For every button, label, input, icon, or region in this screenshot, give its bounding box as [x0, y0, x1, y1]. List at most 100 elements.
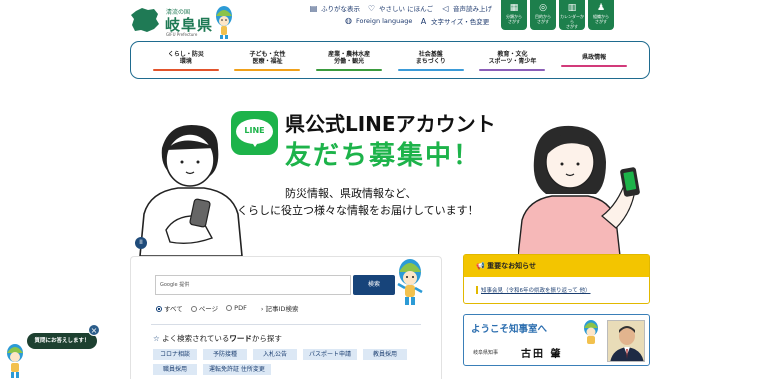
- search-tiles: ▦ 分類から さがす ◎ 目的から さがす ▥ カレンダーから さがす ♟ 組織…: [501, 0, 614, 30]
- nav-item-underline: [316, 68, 383, 71]
- mascot-minapo-icon: [216, 6, 232, 39]
- tile-label: さがす: [595, 19, 607, 24]
- read-aloud-label: 音声読み上げ: [453, 5, 492, 13]
- furigana-icon: ▤: [309, 3, 318, 13]
- nav-item-underline: [234, 68, 301, 71]
- popular-words-heading-bold: ワード: [229, 334, 252, 343]
- article-id-search-label: 記事ID検索: [265, 305, 299, 313]
- nav-item-infrastructure[interactable]: 社会基盤 まちづくり: [397, 50, 464, 71]
- search-input[interactable]: Google 提供: [155, 275, 351, 295]
- nav-item-life[interactable]: くらし・防災 環境: [152, 50, 219, 71]
- category-search-tile[interactable]: ▦ 分類から さがす: [501, 0, 527, 30]
- text-size-label: 文字サイズ・色変更: [431, 18, 490, 26]
- nav-item-label: スポーツ・青少年: [488, 57, 537, 65]
- popular-word-tag[interactable]: 入札公告: [253, 349, 297, 360]
- logo-english: GIFU Prefecture: [166, 32, 198, 37]
- foreign-language-label: Foreign language: [356, 16, 413, 25]
- popular-words-list: コロナ相談 予防接種 入札公告 パスポート申請 教員採用 職員採用 運転免許証 …: [153, 349, 423, 375]
- read-aloud-link[interactable]: ◁ 音声読み上げ: [441, 3, 492, 14]
- nav-item-children[interactable]: 子ども・女性 医療・福祉: [234, 50, 301, 71]
- carousel-pause-button[interactable]: II: [135, 237, 147, 249]
- woman-with-phone-illustration: [518, 125, 640, 256]
- text-size-link[interactable]: A 文字サイズ・色変更: [419, 16, 490, 27]
- nav-item-underline: [397, 68, 464, 71]
- line-logo-text: LINE: [244, 126, 265, 135]
- popular-word-tag[interactable]: パスポート申請: [303, 349, 358, 360]
- popular-word-tag[interactable]: 教員採用: [363, 349, 408, 360]
- organization-icon: ♟: [596, 3, 606, 13]
- search-button[interactable]: 検索: [353, 275, 395, 295]
- purpose-search-tile[interactable]: ◎ 目的から さがす: [530, 0, 556, 30]
- notice-link[interactable]: 知事会見（令和6年の県政を振り返って 他）: [476, 286, 590, 294]
- nav-item-label: 教育・文化: [497, 50, 528, 58]
- mascot-minapo-icon: [584, 320, 598, 344]
- nav-item-education[interactable]: 教育・文化 スポーツ・青少年: [479, 50, 546, 71]
- nav-item-government[interactable]: 県政情報: [561, 54, 628, 67]
- nav-item-label: 県政情報: [582, 54, 607, 61]
- notice-header: 📢 重要なお知らせ: [464, 255, 649, 277]
- popular-word-tag[interactable]: コロナ相談: [153, 349, 197, 360]
- nav-item-label: 労働・観光: [334, 57, 365, 65]
- chatbot-button[interactable]: 質問にお答えします！: [27, 333, 97, 349]
- mascot-minapo-icon: [397, 259, 423, 305]
- nav-item-label: 産業・農林水産: [328, 50, 371, 58]
- hero-banner[interactable]: LINE 県公式LINEアカウント 友だち募集中！ 防災情報、県政情報など、 く…: [130, 98, 650, 256]
- radio-indicator: [226, 305, 233, 311]
- governor-banner[interactable]: ようこそ知事室へ 岐阜県知事 古田 肇: [463, 314, 650, 366]
- nav-item-label: 子ども・女性: [249, 50, 286, 58]
- radio-label: PDF: [234, 304, 247, 312]
- radio-indicator: [190, 306, 197, 312]
- star-icon: ☆: [153, 334, 163, 343]
- important-notice-panel: 📢 重要なお知らせ 知事会見（令和6年の県政を振り返って 他）: [463, 254, 650, 304]
- line-app-icon: LINE: [231, 111, 278, 155]
- nav-item-label: くらし・防災: [167, 50, 204, 58]
- radio-page[interactable]: ページ: [190, 303, 218, 313]
- hero-subtext-1: 防災情報、県政情報など、: [285, 187, 417, 200]
- nav-item-industry[interactable]: 産業・農林水産 労働・観光: [316, 50, 383, 71]
- hero-subtext-2: くらしに役立つ様々な情報をお届けしています！: [237, 204, 479, 217]
- hero-title: 県公式LINEアカウント: [285, 112, 496, 136]
- easy-japanese-link[interactable]: ♡ やさしい にほんご: [367, 3, 434, 14]
- easy-japanese-label: やさしい にほんご: [379, 5, 434, 13]
- radio-all[interactable]: すべて: [156, 303, 183, 313]
- governor-banner-title: ようこそ知事室へ: [471, 324, 548, 335]
- nav-item-underline: [561, 65, 628, 67]
- nav-item-label: 社会基盤: [418, 50, 443, 58]
- globe-icon: ◍: [345, 16, 352, 25]
- category-icon: ▦: [509, 3, 519, 13]
- organization-search-tile[interactable]: ♟ 組織から さがす: [588, 0, 614, 30]
- tile-label: さがす: [508, 19, 520, 24]
- global-nav: くらし・防災 環境 子ども・女性 医療・福祉 産業・農林水産 労働・観光 社会基…: [130, 41, 650, 79]
- nav-item-underline: [152, 68, 219, 71]
- divider: [151, 324, 421, 325]
- governor-title-label: 岐阜県知事: [473, 350, 499, 356]
- search-scope-radios: すべて ページ PDF › 記事ID検索: [156, 303, 298, 313]
- tile-label: カレンダーから: [560, 14, 584, 24]
- popular-word-tag[interactable]: 予防接種: [203, 349, 247, 360]
- furigana-label: ふりがな表示: [321, 5, 360, 13]
- nav-item-label: 環境: [179, 57, 192, 65]
- notice-title: 重要なお知らせ: [487, 262, 537, 270]
- text-size-icon: A: [420, 16, 427, 26]
- furigana-link[interactable]: ▤ ふりがな表示: [309, 3, 360, 14]
- gifu-map-icon: [131, 8, 159, 32]
- article-id-search-link[interactable]: › 記事ID検索: [261, 303, 299, 313]
- nav-item-label: 医療・福祉: [252, 57, 283, 65]
- calendar-search-tile[interactable]: ▥ カレンダーから さがす: [559, 0, 585, 30]
- mascot-minapo-icon: [7, 344, 23, 378]
- chatbot-close-button[interactable]: ×: [88, 324, 100, 336]
- speaker-icon: ◁: [442, 3, 449, 13]
- site-header: 清流の国 岐阜県 GIFU Prefecture ▤ ふりがな表示 ♡ やさしい…: [0, 0, 780, 40]
- hero-headline: 友だち募集中！: [285, 141, 482, 171]
- foreign-language-link[interactable]: ◍ Foreign language: [344, 16, 412, 25]
- radio-label: すべて: [164, 305, 183, 313]
- popular-words-heading: ☆ よく検索されているワードから探す: [153, 333, 282, 344]
- nav-item-label: まちづくり: [415, 57, 446, 65]
- radio-pdf[interactable]: PDF: [226, 304, 247, 312]
- tile-label: さがす: [537, 19, 549, 24]
- megaphone-icon: 📢: [476, 262, 488, 270]
- popular-word-tag[interactable]: 職員採用: [153, 364, 197, 375]
- popular-word-tag[interactable]: 運転免許証 住所変更: [203, 364, 271, 375]
- calendar-icon: ▥: [567, 3, 577, 13]
- governor-name: 古田 肇: [521, 349, 563, 360]
